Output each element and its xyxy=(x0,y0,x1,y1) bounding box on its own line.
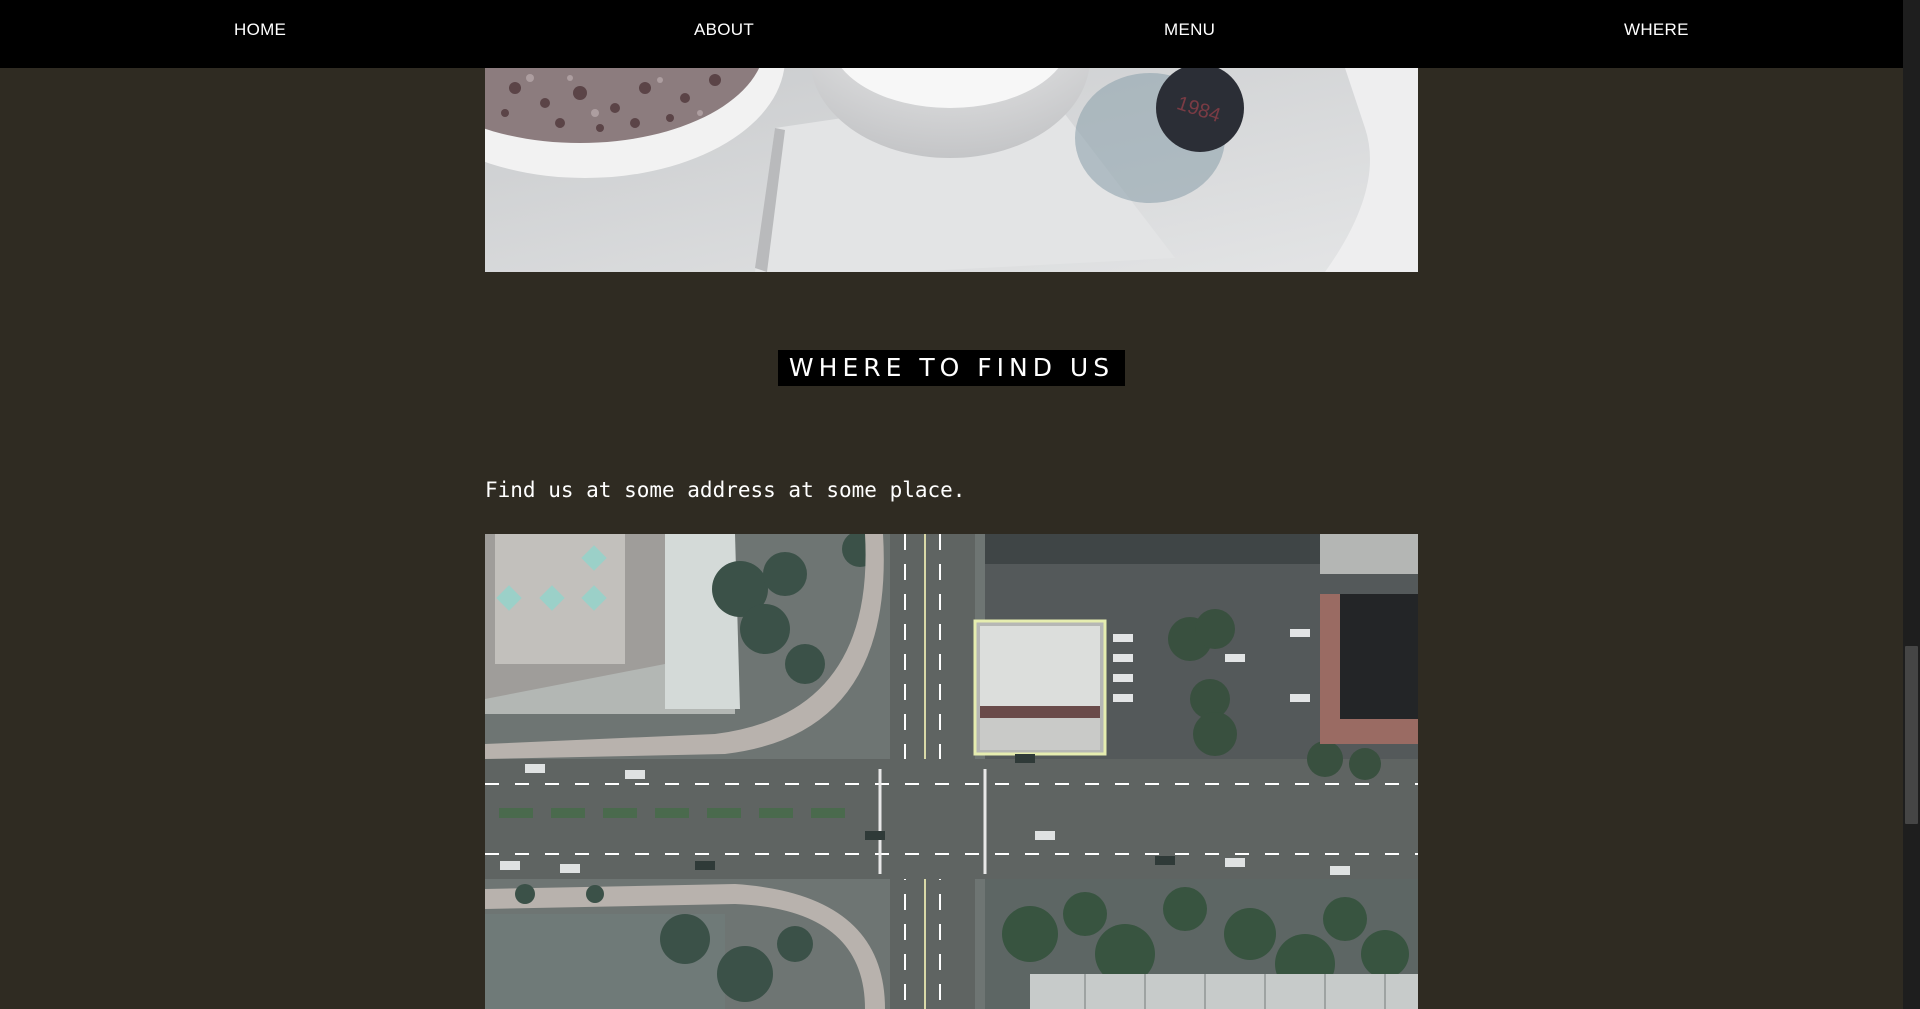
nav-about-link[interactable]: ABOUT xyxy=(694,20,754,40)
aerial-map-photo xyxy=(485,534,1418,1009)
section-heading: WHERE TO FIND US xyxy=(777,350,1126,386)
nav-where-link[interactable]: WHERE xyxy=(1624,20,1689,40)
top-nav: HOME ABOUT MENU WHERE xyxy=(0,0,1903,68)
scrollbar-thumb[interactable] xyxy=(1905,646,1918,824)
nav-menu-link[interactable]: MENU xyxy=(1164,20,1215,40)
nav-home-link[interactable]: HOME xyxy=(234,20,286,40)
aerial-map-illustration xyxy=(485,534,1418,1009)
section-heading-wrapper: WHERE TO FIND US xyxy=(0,350,1903,386)
scrollbar[interactable] xyxy=(1903,0,1920,1009)
coffee-illustration: 1984 xyxy=(485,68,1418,272)
address-text: Find us at some address at some place. xyxy=(485,478,966,502)
coffee-photo: 1984 xyxy=(485,68,1418,272)
